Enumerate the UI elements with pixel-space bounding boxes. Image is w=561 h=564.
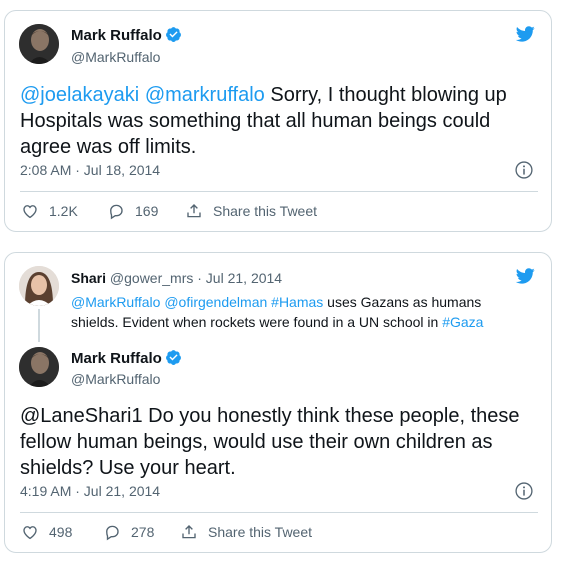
- reply-count: 169: [135, 203, 159, 219]
- share-button[interactable]: Share this Tweet: [180, 523, 312, 541]
- author-handle[interactable]: @MarkRuffalo: [71, 371, 160, 387]
- like-button[interactable]: 498: [21, 523, 72, 541]
- reply-bubble-icon: [110, 204, 123, 220]
- share-upload-icon: [187, 204, 201, 218]
- mention-link[interactable]: @ofirgendelman: [164, 294, 267, 310]
- twitter-bird-icon[interactable]: [513, 24, 537, 44]
- reply-button[interactable]: 278: [103, 523, 154, 541]
- tweet-timestamp[interactable]: 2:08 AM · Jul 18, 2014: [20, 162, 160, 178]
- divider: [20, 512, 538, 513]
- tweet-card-2: Shari @gower_mrs · Jul 21, 2014 @MarkRuf…: [4, 252, 552, 553]
- reply-count: 278: [131, 524, 155, 540]
- parent-tweet-header: Shari @gower_mrs · Jul 21, 2014: [71, 270, 282, 286]
- mention-link[interactable]: @markruffalo: [145, 84, 265, 106]
- share-label: Share this Tweet: [213, 203, 318, 219]
- avatar[interactable]: [19, 347, 59, 387]
- divider: [20, 191, 538, 192]
- reply-button[interactable]: 169: [107, 202, 158, 220]
- author-name[interactable]: Mark Ruffalo: [71, 350, 162, 367]
- heart-icon: [23, 526, 37, 540]
- heart-icon: [23, 205, 37, 219]
- tweet-text: @joelakayaki @markruffalo Sorry, I thoug…: [20, 82, 540, 160]
- hashtag-link[interactable]: #Gaza: [442, 314, 483, 330]
- author-handle[interactable]: @MarkRuffalo: [71, 49, 160, 65]
- reply-bubble-icon: [106, 525, 119, 541]
- share-button[interactable]: Share this Tweet: [185, 202, 317, 220]
- tweet-text: @LaneShari1 Do you honestly think these …: [20, 405, 520, 479]
- verified-badge-icon: [165, 349, 182, 366]
- parent-tweet-text: @MarkRuffalo @ofirgendelman #Hamas uses …: [71, 292, 531, 332]
- info-icon[interactable]: [514, 481, 534, 501]
- tweet-timestamp[interactable]: 4:19 AM · Jul 21, 2014: [20, 483, 160, 499]
- info-icon[interactable]: [514, 160, 534, 180]
- verified-badge-icon: [165, 26, 182, 43]
- twitter-bird-icon[interactable]: [513, 266, 537, 286]
- mention-link[interactable]: @MarkRuffalo: [71, 294, 160, 310]
- mention-link[interactable]: @joelakayaki: [20, 84, 139, 106]
- author-handle[interactable]: @gower_mrs: [110, 270, 193, 286]
- author-name[interactable]: Mark Ruffalo: [71, 27, 162, 44]
- mark-ruffalo-avatar-image: [19, 347, 59, 387]
- like-count: 498: [49, 524, 73, 540]
- thread-connector-line: [38, 309, 40, 342]
- tweet-card-1: Mark Ruffalo @MarkRuffalo @joelakayaki @…: [4, 10, 552, 232]
- shari-avatar-image: [19, 266, 59, 306]
- share-label: Share this Tweet: [208, 524, 313, 540]
- like-button[interactable]: 1.2K: [21, 202, 78, 220]
- avatar[interactable]: [19, 24, 59, 64]
- tweet-date[interactable]: · Jul 21, 2014: [197, 270, 282, 286]
- author-name[interactable]: Shari: [71, 270, 106, 286]
- share-upload-icon: [182, 525, 196, 539]
- mark-ruffalo-avatar-image: [19, 24, 59, 64]
- like-count: 1.2K: [49, 203, 78, 219]
- avatar[interactable]: [19, 266, 59, 306]
- hashtag-link[interactable]: #Hamas: [271, 294, 323, 310]
